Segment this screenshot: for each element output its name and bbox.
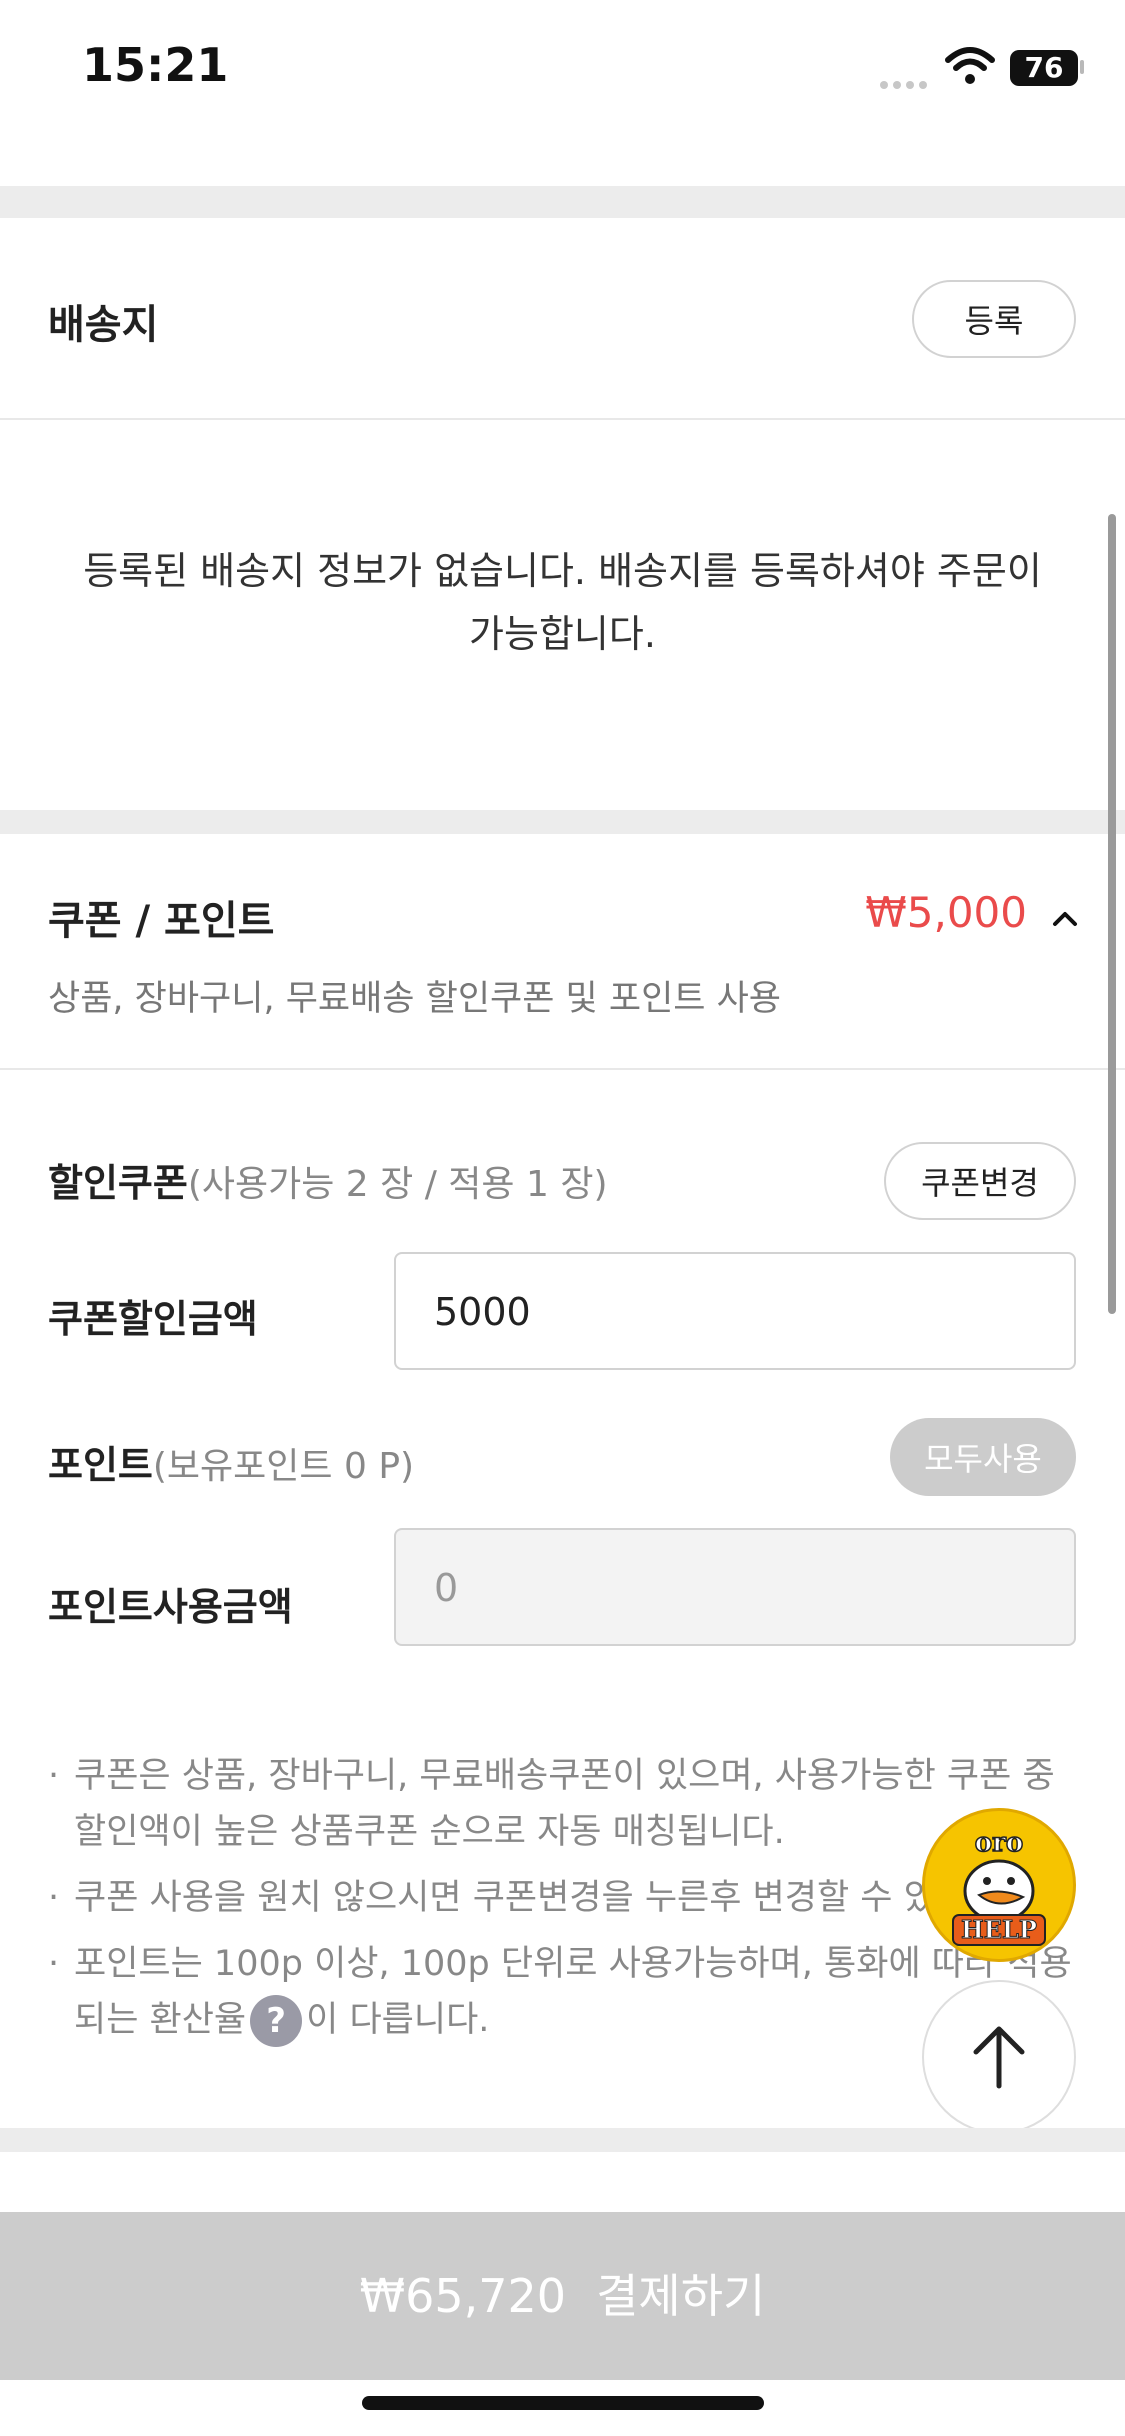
help-mascot-button[interactable]: oro HELP <box>922 1808 1076 1962</box>
status-time: 15:21 <box>82 38 229 92</box>
coupon-amount-label: 쿠폰할인금액 <box>48 1297 258 1341</box>
cellular-signal-icon <box>880 74 932 89</box>
empty-address-message: 등록된 배송지 정보가 없습니다. 배송지를 등록하셔야 주문이 가능합니다. <box>83 549 1042 656</box>
note-item: 쿠폰은 상품, 장바구니, 무료배송쿠폰이 있으며, 사용가능한 쿠폰 중 할인… <box>48 1748 1078 1860</box>
battery-cap <box>1080 60 1084 74</box>
battery-indicator: 76 <box>1010 50 1078 86</box>
scrollbar[interactable] <box>1108 514 1116 1314</box>
section-gap <box>0 186 1125 218</box>
point-balance-detail: (보유포인트 0 P) <box>152 1446 415 1487</box>
divider <box>0 418 1125 420</box>
checkout-label: 결제하기 <box>596 2269 766 2323</box>
chevron-up-icon[interactable] <box>1050 908 1080 928</box>
coupon-discount-total: ₩5,000 <box>865 888 1027 937</box>
section-gap <box>0 810 1125 834</box>
exchange-rate-help-icon[interactable]: ? <box>250 1995 303 2047</box>
coupon-amount-field[interactable]: 5000 <box>394 1252 1076 1370</box>
point-label: 포인트(보유포인트 0 P) <box>48 1434 414 1489</box>
point-amount-label: 포인트사용금액 <box>48 1585 293 1629</box>
section-gap <box>0 2128 1125 2152</box>
coupon-point-title: 쿠폰 / 포인트 <box>48 898 275 944</box>
point-amount-field[interactable]: 0 <box>394 1528 1076 1646</box>
point-label-text: 포인트 <box>48 1443 153 1487</box>
arrow-up-icon <box>973 2026 1025 2089</box>
divider <box>0 1068 1125 1070</box>
checkout-price: ₩65,720 <box>359 2269 567 2323</box>
coupon-label-text: 할인쿠폰 <box>48 1161 188 1205</box>
coupon-point-subtitle: 상품, 장바구니, 무료배송 할인쿠폰 및 포인트 사용 <box>48 979 782 1019</box>
coupon-label: 할인쿠폰(사용가능 2 장 / 적용 1 장) <box>48 1152 608 1207</box>
use-all-points-button[interactable]: 모두사용 <box>890 1418 1076 1496</box>
scroll-top-button[interactable] <box>922 1980 1076 2134</box>
wifi-icon <box>945 47 995 84</box>
shipping-title: 배송지 <box>48 302 159 348</box>
note-text: 포인트는 100p 이상, 100p 단위로 사용가능하며, 통화에 따라 적용… <box>74 1944 1072 2040</box>
duck-mascot-icon: oro HELP <box>952 1827 1046 1946</box>
change-coupon-button[interactable]: 쿠폰변경 <box>884 1142 1076 1220</box>
checkout-button[interactable]: ₩65,720 결제하기 <box>0 2212 1125 2380</box>
help-badge-top-text: oro <box>975 1828 1023 1858</box>
home-indicator <box>362 2396 764 2410</box>
help-badge-bottom-text: HELP <box>961 1915 1037 1944</box>
note-text: 이 다릅니다. <box>306 2000 490 2040</box>
coupon-count-detail: (사용가능 2 장 / 적용 1 장) <box>187 1164 608 1205</box>
register-address-button[interactable]: 등록 <box>912 280 1076 358</box>
